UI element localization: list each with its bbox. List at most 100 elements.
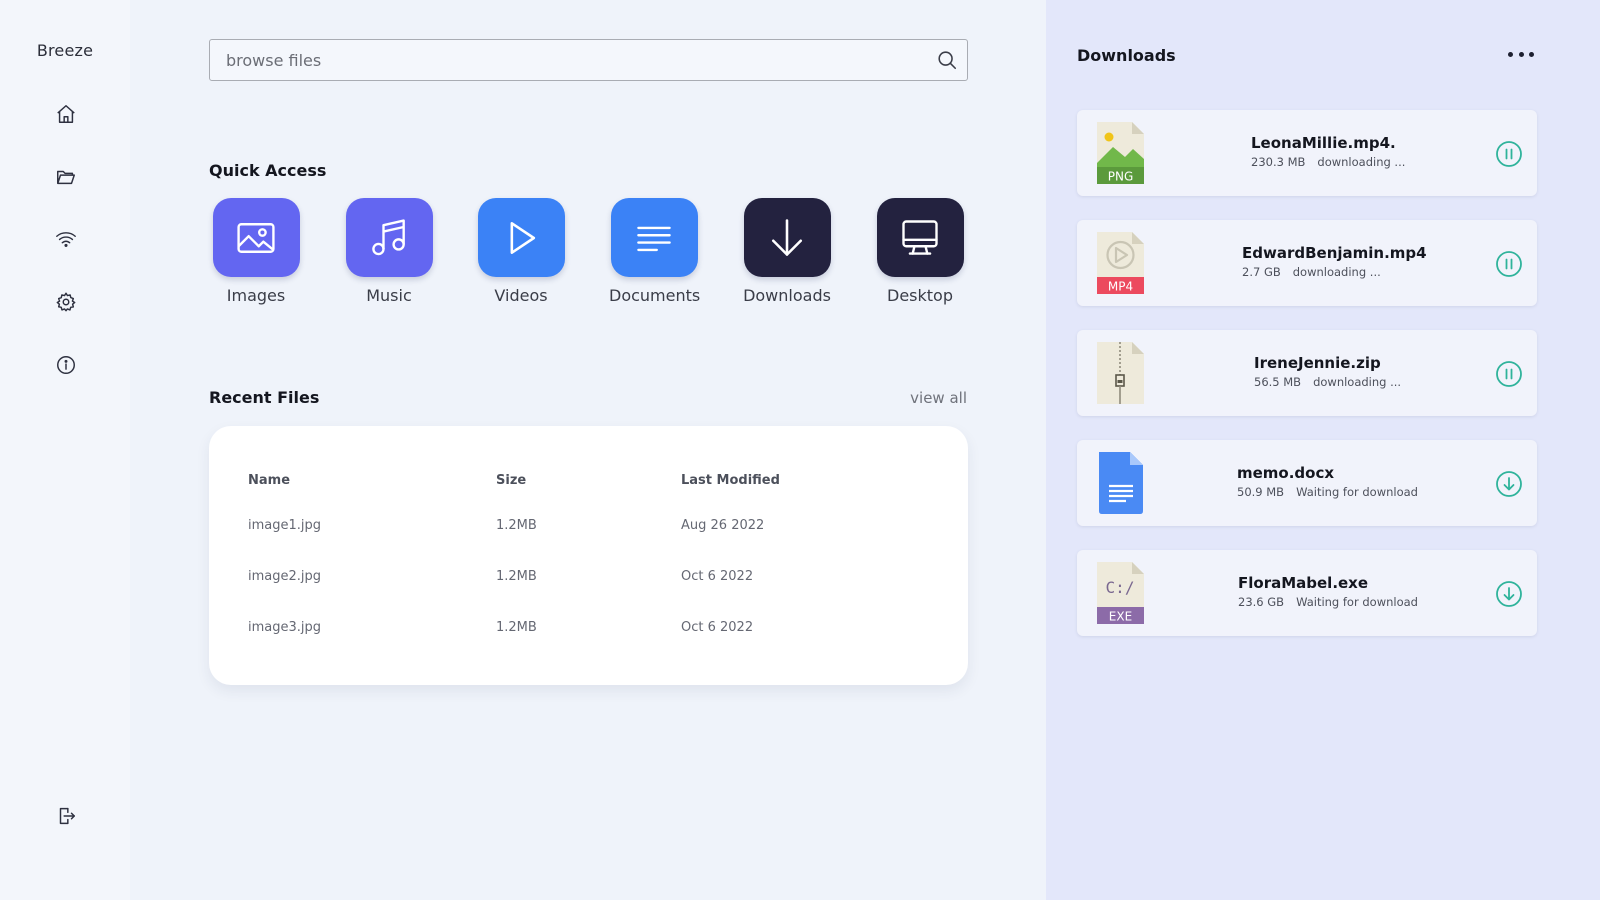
doc-file-icon <box>1099 452 1143 514</box>
column-header-size[interactable]: Size <box>496 473 526 488</box>
pause-icon <box>1496 141 1522 167</box>
file-modified-cell: Aug 26 2022 <box>681 518 765 533</box>
info-icon[interactable] <box>53 352 79 378</box>
download-size: 230.3 MB <box>1251 155 1306 169</box>
gear-icon[interactable] <box>53 289 79 315</box>
download-status: downloading ... <box>1317 155 1406 169</box>
quick-access-downloads[interactable]: Downloads <box>742 198 832 305</box>
download-item[interactable]: C:/ EXE FloraMabel.exe 23.6 GB Waiting fo… <box>1077 550 1537 636</box>
recent-files-title: Recent Files <box>209 388 320 407</box>
quick-access-videos[interactable]: Videos <box>476 198 566 305</box>
download-info: memo.docx 50.9 MB Waiting for download <box>1237 464 1418 499</box>
download-size: 50.9 MB <box>1237 485 1285 499</box>
play-icon <box>510 221 536 254</box>
qa-videos-tile <box>477 198 565 277</box>
png-file-icon: PNG <box>1097 122 1144 184</box>
svg-text:EXE: EXE <box>1109 610 1132 624</box>
pause-icon <box>1496 251 1522 277</box>
quick-access-images[interactable]: Images <box>211 198 301 305</box>
file-size-cell: 1.2MB <box>496 569 537 584</box>
pause-button[interactable] <box>1494 139 1524 169</box>
download-info: EdwardBenjamin.mp4 2.7 GB downloading ... <box>1242 244 1427 279</box>
file-modified-cell: Oct 6 2022 <box>681 569 754 584</box>
download-button[interactable] <box>1494 469 1524 499</box>
sidebar: Breeze <box>0 0 130 900</box>
download-status: downloading ... <box>1313 375 1402 389</box>
download-status: downloading ... <box>1292 265 1381 279</box>
mp4-file-icon: MP4 <box>1097 232 1144 294</box>
file-size-cell: 1.2MB <box>496 518 537 533</box>
download-icon <box>1496 471 1522 497</box>
download-item[interactable]: IreneJennie.zip 56.5 MB downloading ... <box>1077 330 1537 416</box>
monitor-icon <box>902 219 938 255</box>
download-name: EdwardBenjamin.mp4 <box>1242 244 1427 262</box>
download-name: memo.docx <box>1237 464 1335 482</box>
zip-file-icon <box>1097 342 1144 404</box>
column-header-modified[interactable]: Last Modified <box>681 473 780 488</box>
main-content: Quick Access Images Music Videos Documen… <box>130 0 1046 900</box>
pause-button[interactable] <box>1494 359 1524 389</box>
download-meta: 230.3 MB downloading ... <box>1251 155 1405 169</box>
download-icon <box>1496 581 1522 607</box>
quick-access-title: Quick Access <box>209 161 327 180</box>
logout-icon[interactable] <box>53 803 79 829</box>
search-bar <box>209 39 968 81</box>
quick-access-documents[interactable]: Documents <box>609 198 701 305</box>
download-size: 2.7 GB <box>1242 265 1281 279</box>
file-modified-cell: Oct 6 2022 <box>681 620 754 635</box>
app-brand: Breeze <box>36 41 94 60</box>
download-name: LeonaMillie.mp4. <box>1251 134 1396 152</box>
download-name: FloraMabel.exe <box>1238 574 1369 592</box>
download-item[interactable]: PNG LeonaMillie.mp4. 230.3 MB downloading… <box>1077 110 1537 196</box>
download-meta: 2.7 GB downloading ... <box>1242 265 1427 279</box>
qa-images-tile <box>212 198 300 277</box>
download-status: Waiting for download <box>1296 595 1418 609</box>
download-info: FloraMabel.exe 23.6 GB Waiting for downlo… <box>1238 574 1418 609</box>
file-name-cell[interactable]: image3.jpg <box>248 620 321 635</box>
download-button[interactable] <box>1494 579 1524 609</box>
folder-icon[interactable] <box>53 164 79 190</box>
download-info: LeonaMillie.mp4. 230.3 MB downloading ... <box>1251 134 1405 169</box>
svg-text:C:/: C:/ <box>1106 578 1135 597</box>
file-name-cell[interactable]: image1.jpg <box>248 518 321 533</box>
column-header-name[interactable]: Name <box>248 473 290 488</box>
download-info: IreneJennie.zip 56.5 MB downloading ... <box>1254 354 1401 389</box>
download-meta: 56.5 MB downloading ... <box>1254 375 1401 389</box>
lines-icon <box>637 226 671 251</box>
more-options-icon[interactable] <box>1508 44 1534 64</box>
view-all-link[interactable]: view all <box>910 389 967 407</box>
qa-downloads-tile <box>743 198 831 277</box>
qa-label-documents: Documents <box>609 286 701 305</box>
exe-file-icon: C:/ EXE <box>1097 562 1144 624</box>
download-size: 56.5 MB <box>1254 375 1302 389</box>
qa-desktop-tile <box>876 198 964 277</box>
downloads-panel: Downloads PNG LeonaMillie.mp4. 230.3 MB d… <box>1046 0 1600 900</box>
svg-text:MP4: MP4 <box>1108 280 1133 294</box>
download-meta: 23.6 GB Waiting for download <box>1238 595 1418 609</box>
qa-label-videos: Videos <box>494 286 548 305</box>
pause-button[interactable] <box>1494 249 1524 279</box>
quick-access-desktop[interactable]: Desktop <box>875 198 965 305</box>
download-size: 23.6 GB <box>1238 595 1285 609</box>
download-arrow-icon <box>771 218 803 256</box>
download-name: IreneJennie.zip <box>1254 354 1381 372</box>
quick-access-music[interactable]: Music <box>344 198 434 305</box>
qa-label-images: Images <box>226 286 286 305</box>
file-name-cell[interactable]: image2.jpg <box>248 569 321 584</box>
download-item[interactable]: MP4 EdwardBenjamin.mp4 2.7 GB downloading… <box>1077 220 1537 306</box>
search-icon <box>938 51 957 70</box>
qa-label-desktop: Desktop <box>887 286 953 305</box>
music-icon <box>372 218 405 255</box>
search-input[interactable] <box>210 40 927 80</box>
qa-label-downloads: Downloads <box>743 286 831 305</box>
qa-documents-tile <box>610 198 698 277</box>
image-icon <box>237 222 275 253</box>
wifi-icon[interactable] <box>53 226 79 252</box>
pause-icon <box>1496 361 1522 387</box>
download-item[interactable]: memo.docx 50.9 MB Waiting for download <box>1077 440 1537 526</box>
qa-label-music: Music <box>366 286 412 305</box>
svg-text:PNG: PNG <box>1108 170 1134 184</box>
download-meta: 50.9 MB Waiting for download <box>1237 485 1418 499</box>
search-button[interactable] <box>927 40 967 80</box>
home-icon[interactable] <box>53 101 79 127</box>
